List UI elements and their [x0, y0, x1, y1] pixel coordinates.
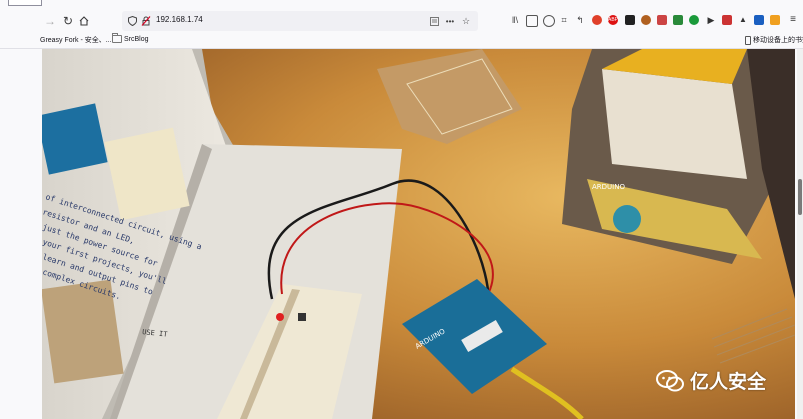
wechat-icon: [656, 369, 684, 391]
page-content: of interconnected circuit, using a resis…: [0, 49, 803, 419]
extension-green-icon[interactable]: [673, 15, 683, 25]
extension-flag-icon[interactable]: [722, 15, 732, 25]
led: [276, 313, 284, 321]
reload-icon: ↻: [62, 14, 74, 28]
sidebar-icon[interactable]: [526, 15, 538, 27]
bookmark-srcblog[interactable]: SrcBlog: [112, 33, 149, 43]
folder-icon: [112, 33, 122, 43]
tab-edge[interactable]: [8, 0, 42, 6]
extension-dark-icon[interactable]: [625, 15, 635, 25]
forward-arrow-icon: →: [44, 14, 56, 28]
mobile-bookmarks[interactable]: 移动设备上的书签: [745, 35, 803, 45]
account-icon[interactable]: [543, 15, 555, 27]
watermark-text: 亿人安全: [690, 372, 767, 393]
home-icon: [79, 16, 89, 26]
menu-icon[interactable]: ≡: [788, 15, 798, 25]
crop-icon[interactable]: ⌗: [559, 15, 569, 25]
box-label: ARDUINO: [592, 183, 625, 191]
bookmark-star-icon[interactable]: ☆: [460, 15, 472, 27]
arduino-photo: of interconnected circuit, using a resis…: [42, 49, 795, 419]
vertical-scrollbar[interactable]: [797, 49, 803, 419]
scrollbar-thumb[interactable]: [798, 179, 802, 215]
bookmarks-toolbar: Greasy Fork - 安全、... SrcBlog 移动设备上的书签: [0, 33, 803, 49]
undo-icon[interactable]: ↰: [575, 15, 585, 25]
extension-orange-icon[interactable]: [770, 15, 780, 25]
evernote-icon[interactable]: [689, 15, 699, 25]
triangle-icon[interactable]: ▲: [738, 15, 748, 25]
url-text: 192.168.1.74: [156, 15, 203, 24]
reader-view-icon[interactable]: [428, 15, 440, 27]
insecure-lock-icon[interactable]: [140, 15, 152, 27]
extension-red-icon[interactable]: [592, 15, 602, 25]
play-icon[interactable]: ▶: [706, 15, 716, 25]
library-icon[interactable]: ‖\: [510, 15, 520, 25]
extension-blue-icon[interactable]: [754, 15, 764, 25]
adblock-icon[interactable]: ABP: [608, 15, 618, 25]
article-image: of interconnected circuit, using a resis…: [42, 49, 795, 419]
home-button[interactable]: [74, 9, 94, 33]
box-sleeve: [602, 69, 747, 179]
page-actions-button[interactable]: •••: [444, 15, 456, 27]
bookmark-greasy-fork[interactable]: Greasy Fork - 安全、...: [40, 35, 112, 45]
mobile-icon: [745, 35, 751, 45]
shield-icon[interactable]: [126, 15, 138, 27]
cookie-icon[interactable]: [641, 15, 651, 25]
forward-button[interactable]: →: [40, 9, 60, 33]
push-button: [298, 313, 306, 321]
watermark: 亿人安全: [656, 367, 766, 394]
address-bar[interactable]: 192.168.1.74 ••• ☆: [122, 11, 478, 31]
extension-hackbar-icon[interactable]: [657, 15, 667, 25]
navigation-toolbar: → ↻ 192.168.1.74 ••• ☆ ‖\ ⌗ ↰ ABP ▶ ▲ ≡: [0, 9, 803, 33]
